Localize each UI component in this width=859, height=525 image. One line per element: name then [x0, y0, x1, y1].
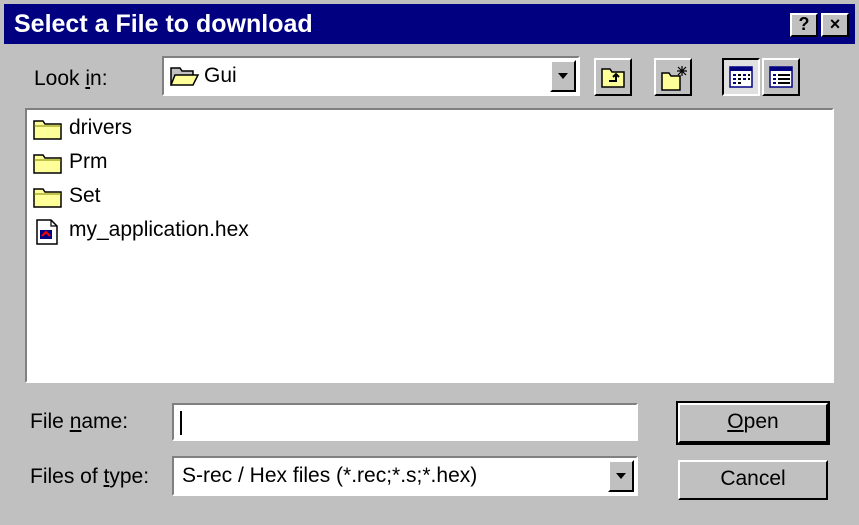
- file-name-label: File name:: [30, 410, 129, 433]
- text-cursor: [180, 411, 182, 435]
- look-in-label: Look in:: [34, 67, 108, 90]
- files-of-type-combo[interactable]: S-rec / Hex files (*.rec;*.s;*.hex): [172, 456, 638, 496]
- file-name-input[interactable]: [178, 408, 634, 438]
- look-in-value: Gui: [204, 64, 237, 87]
- close-icon: ×: [829, 14, 841, 34]
- create-new-folder-button[interactable]: [654, 58, 692, 96]
- up-one-level-button[interactable]: [594, 58, 632, 96]
- list-view-icon: [729, 66, 753, 88]
- file-dialog: Select a File to download ? × Look in: G…: [0, 0, 859, 525]
- window-title: Select a File to download: [14, 10, 313, 38]
- chevron-down-icon: [558, 73, 568, 79]
- help-icon: ?: [798, 14, 810, 34]
- help-button[interactable]: ?: [790, 13, 818, 37]
- title-bar[interactable]: Select a File to download ? ×: [4, 4, 855, 44]
- folder-icon: [33, 151, 63, 180]
- open-folder-icon: [169, 64, 200, 93]
- open-accelerator: O: [727, 410, 744, 433]
- files-of-type-value: S-rec / Hex files (*.rec;*.s;*.hex): [182, 464, 478, 487]
- look-in-dropdown-button[interactable]: [550, 60, 576, 92]
- folder-icon: [33, 117, 63, 146]
- chevron-down-icon: [616, 473, 626, 479]
- folder-up-icon: [601, 68, 625, 88]
- file-name: my_application.hex: [69, 218, 249, 241]
- file-name-accelerator: n: [69, 410, 82, 433]
- file-name-field[interactable]: [172, 403, 638, 441]
- hex-file-icon: [33, 219, 63, 250]
- files-of-type-label: Files of type:: [30, 465, 150, 488]
- details-view-icon: [769, 66, 793, 88]
- file-list[interactable]: drivers Prm Set my_application.hex: [25, 108, 834, 383]
- file-name: Prm: [69, 150, 108, 173]
- details-view-button[interactable]: [762, 58, 800, 96]
- close-button[interactable]: ×: [821, 13, 849, 37]
- folder-icon: [33, 185, 63, 214]
- file-name: drivers: [69, 116, 133, 139]
- list-view-button[interactable]: [722, 58, 760, 96]
- file-name: Set: [69, 184, 101, 207]
- look-in-combo[interactable]: Gui: [162, 56, 580, 96]
- files-of-type-dropdown-button[interactable]: [608, 460, 634, 492]
- new-folder-icon: [661, 66, 687, 91]
- open-button[interactable]: Open: [676, 401, 830, 445]
- cancel-button[interactable]: Cancel: [678, 460, 828, 500]
